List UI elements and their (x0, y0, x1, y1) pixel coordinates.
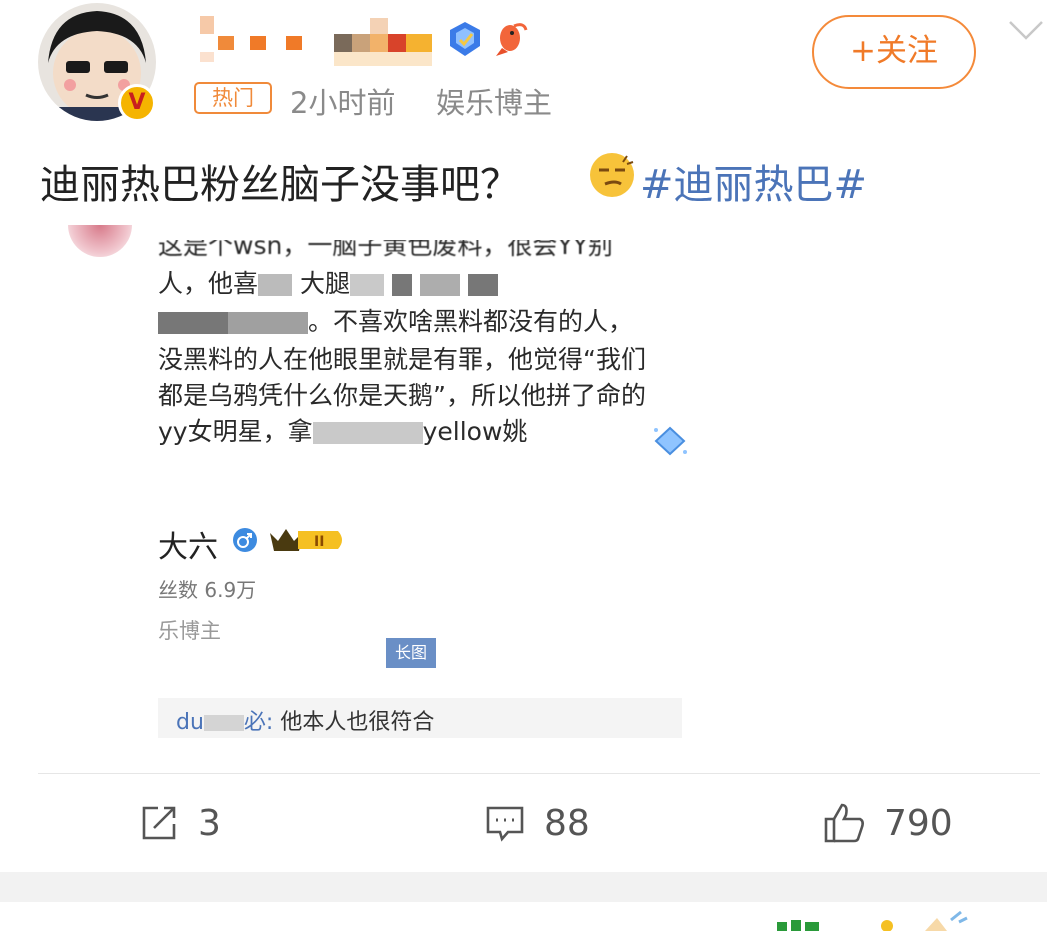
follow-button[interactable]: +关注 (812, 15, 976, 89)
screenshot-line-4: 没黑料的人在他眼里就是有罪，他觉得“我们 (158, 345, 646, 374)
embedded-screenshot[interactable]: 这是个wsn，一脑子黄色废料，很会YY别 人，他喜 大腿 。不喜欢啥黑料都没有的… (158, 240, 682, 738)
reply-nickname: du (176, 710, 204, 735)
blurred-avatar (68, 225, 132, 257)
screenshot-blogger-label: 乐博主 (158, 619, 221, 643)
username-redacted[interactable] (200, 16, 440, 68)
share-count: 3 (198, 802, 221, 844)
section-separator (0, 872, 1047, 902)
hashtag-link[interactable]: #迪丽热巴# (640, 152, 867, 210)
member-crown-icon: II (270, 529, 342, 551)
user-category: 娱乐博主 (436, 86, 553, 120)
share-button[interactable]: 3 (138, 800, 221, 846)
verified-v-icon: V (118, 84, 156, 122)
koi-fish-icon (496, 23, 528, 56)
male-icon (233, 528, 257, 552)
comment-count: 88 (544, 802, 590, 844)
screenshot-line-3: 。不喜欢啥黑料都没有的人， (158, 302, 633, 338)
like-button[interactable]: 790 (822, 800, 953, 846)
share-icon (142, 806, 176, 840)
screenshot-line-1: 这是个wsn，一脑子黄色废料，很会YY别 (158, 240, 613, 260)
post-time: 2小时前 (290, 86, 396, 120)
reply-text: 他本人也很符合 (273, 710, 435, 735)
reply-nickname-end: 必: (243, 710, 274, 735)
diamond-sticker-icon (654, 426, 687, 456)
post-text: 迪丽热巴粉丝脑子没事吧？ (40, 162, 520, 208)
screenshot-line-5: 都是乌鸦凭什么你是天鹅”，所以他拼了命的 (158, 381, 646, 410)
hot-tag: 热门 (194, 82, 272, 114)
next-post-banner-icon (777, 910, 968, 931)
svg-text:II: II (314, 534, 324, 550)
like-count: 790 (884, 802, 953, 844)
blue-medal-icon (450, 22, 480, 56)
comment-icon (486, 806, 524, 842)
chevron-down-icon[interactable] (1006, 18, 1046, 42)
thumbs-up-icon (824, 803, 864, 843)
divider (38, 773, 1040, 774)
screenshot-reply: du 必: 他本人也很符合 (158, 698, 682, 738)
screenshot-line-6: yy女明星，拿 yellow姚 (158, 417, 528, 446)
long-image-tag: 长图 (386, 638, 436, 668)
screenshot-line-2: 人，他喜 大腿 (158, 264, 498, 300)
screenshot-fans-count: 丝数 6.9万 (158, 578, 257, 602)
smirk-emoji-icon (590, 153, 634, 197)
screenshot-user-name: 大六 (158, 530, 218, 565)
comment-button[interactable]: 88 (484, 800, 590, 846)
